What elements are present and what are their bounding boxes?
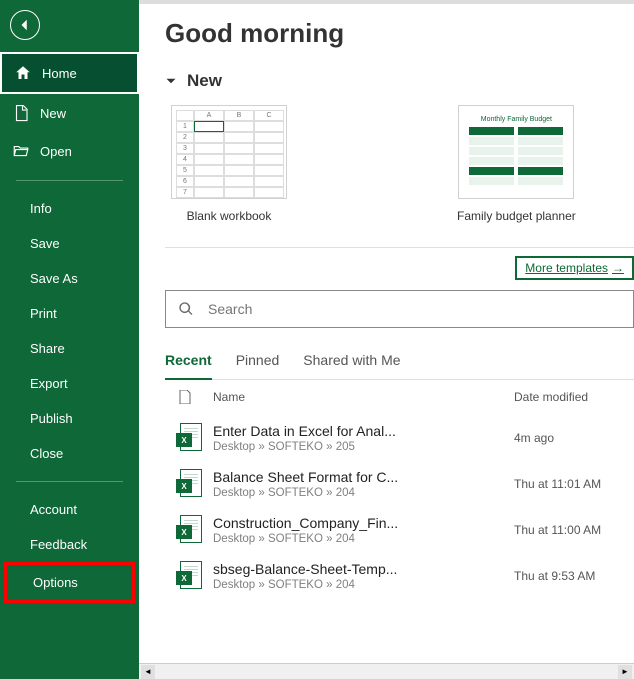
templates-row: ABC 1 2 3 4 5 6 7 Blank workbook Monthly… (165, 105, 634, 223)
template-blank-workbook[interactable]: ABC 1 2 3 4 5 6 7 Blank workbook (171, 105, 287, 223)
excel-badge-icon: X (176, 479, 192, 493)
arrow-right-icon: → (612, 261, 624, 275)
file-path: Desktop » SOFTEKO » 204 (213, 533, 514, 545)
file-name: Enter Data in Excel for Anal... (213, 423, 514, 439)
excel-badge-icon: X (176, 571, 192, 585)
file-path: Desktop » SOFTEKO » 204 (213, 579, 514, 591)
nav-home[interactable]: Home (0, 52, 139, 94)
home-icon (14, 64, 32, 82)
col-name[interactable]: Name (213, 390, 514, 407)
tab-pinned[interactable]: Pinned (236, 346, 280, 379)
nav-print[interactable]: Print (0, 296, 139, 331)
file-row[interactable]: X Balance Sheet Format for C... Desktop » … (165, 461, 634, 507)
col-date[interactable]: Date modified (514, 390, 634, 407)
nav-new[interactable]: New (0, 94, 139, 132)
template-label: Family budget planner (457, 209, 576, 223)
excel-badge-icon: X (176, 433, 192, 447)
nav-share[interactable]: Share (0, 331, 139, 366)
new-section: New ABC 1 2 3 4 5 6 7 Blank workbook (139, 59, 634, 599)
file-date: 4m ago (514, 431, 634, 445)
chevron-down-icon (165, 75, 177, 87)
nav-label: Home (42, 66, 77, 81)
nav-save[interactable]: Save (0, 226, 139, 261)
tab-shared[interactable]: Shared with Me (303, 346, 400, 379)
nav-label: Open (40, 144, 72, 159)
more-templates-row: More templates → (165, 247, 634, 288)
file-path: Desktop » SOFTEKO » 204 (213, 487, 514, 499)
file-row[interactable]: X Enter Data in Excel for Anal... Desktop … (165, 415, 634, 461)
scroll-right-button[interactable]: ► (618, 665, 632, 679)
nav-label: New (40, 106, 66, 121)
file-icon: X (165, 469, 213, 499)
search-input[interactable] (208, 301, 621, 317)
template-family-budget[interactable]: Monthly Family Budget Family budget plan… (457, 105, 576, 223)
file-date: Thu at 11:01 AM (514, 477, 634, 491)
arrow-left-icon (18, 18, 32, 32)
nav-open[interactable]: Open (0, 132, 139, 170)
nav-close[interactable]: Close (0, 436, 139, 471)
file-icon (12, 104, 30, 122)
excel-badge-icon: X (176, 525, 192, 539)
file-icon: X (165, 515, 213, 545)
new-section-toggle[interactable]: New (165, 71, 634, 91)
file-icon: X (165, 561, 213, 591)
search-box[interactable] (165, 290, 634, 328)
nav-feedback[interactable]: Feedback (0, 527, 139, 562)
template-thumb: Monthly Family Budget (458, 105, 574, 199)
file-list-header: Name Date modified (165, 380, 634, 415)
file-row[interactable]: X Construction_Company_Fin... Desktop » SO… (165, 507, 634, 553)
nav-export[interactable]: Export (0, 366, 139, 401)
tab-recent[interactable]: Recent (165, 346, 212, 380)
file-header-icon (179, 390, 191, 404)
file-date: Thu at 11:00 AM (514, 523, 634, 537)
template-label: Blank workbook (187, 209, 272, 223)
file-icon: X (165, 423, 213, 453)
sidebar: Home New Open Info Save Save As Print Sh… (0, 0, 139, 679)
file-tabs: Recent Pinned Shared with Me (165, 346, 634, 380)
nav-info[interactable]: Info (0, 191, 139, 226)
header-decoration (139, 0, 634, 4)
horizontal-scrollbar[interactable]: ◄ ► (139, 663, 634, 679)
back-button[interactable] (10, 10, 40, 40)
file-row[interactable]: Xsbseg-Balance-Sheet-Temp... Desktop » SO… (165, 553, 634, 599)
file-path: Desktop » SOFTEKO » 205 (213, 441, 514, 453)
section-title: New (187, 71, 222, 91)
nav-divider (16, 481, 123, 482)
search-icon (178, 301, 194, 317)
options-highlight: Options (4, 562, 135, 603)
nav-divider (16, 180, 123, 181)
folder-open-icon (12, 142, 30, 160)
file-name: Construction_Company_Fin... (213, 515, 514, 531)
file-date: Thu at 9:53 AM (514, 569, 634, 583)
nav-options[interactable]: Options (7, 565, 132, 600)
main-panel: Good morning New ABC 1 2 3 4 5 6 7 (139, 0, 634, 679)
scroll-left-button[interactable]: ◄ (141, 665, 155, 679)
nav-saveas[interactable]: Save As (0, 261, 139, 296)
file-name: Balance Sheet Format for C... (213, 469, 514, 485)
file-list: X Enter Data in Excel for Anal... Desktop … (165, 415, 634, 599)
more-templates-link[interactable]: More templates → (515, 256, 634, 280)
template-thumb: ABC 1 2 3 4 5 6 7 (171, 105, 287, 199)
nav-publish[interactable]: Publish (0, 401, 139, 436)
file-name: sbseg-Balance-Sheet-Temp... (213, 561, 514, 577)
greeting: Good morning (139, 4, 634, 59)
nav-account[interactable]: Account (0, 492, 139, 527)
